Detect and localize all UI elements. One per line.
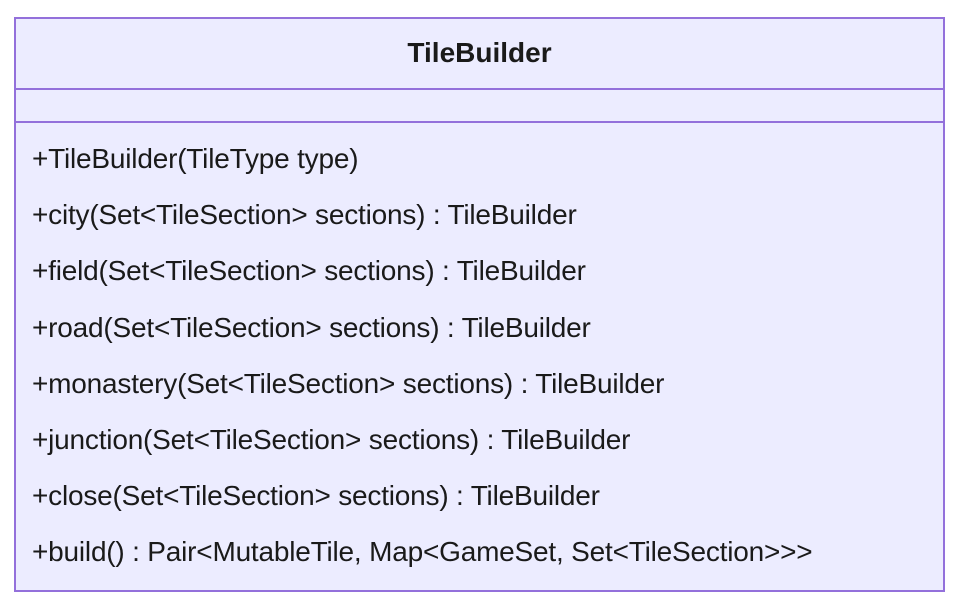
- method-road: +road(Set<TileSection> sections) : TileB…: [32, 311, 591, 343]
- class-box-tilebuilder: TileBuilder +TileBuilder(TileType type) …: [14, 17, 945, 592]
- method-constructor: +TileBuilder(TileType type): [32, 143, 359, 174]
- method-field: +field(Set<TileSection> sections) : Tile…: [32, 255, 586, 287]
- method-junction: +junction(Set<TileSection> sections) : T…: [32, 423, 631, 455]
- method-city: +city(Set<TileSection> sections) : TileB…: [32, 199, 577, 231]
- method-build: +build() : Pair<MutableTile, Map<GameSet…: [32, 536, 813, 568]
- class-name: TileBuilder: [16, 19, 943, 90]
- method-monastery: +monastery(Set<TileSection> sections) : …: [32, 367, 665, 399]
- methods-compartment: +TileBuilder(TileType type) +city(Set<Ti…: [16, 123, 943, 581]
- attributes-compartment: [16, 90, 943, 123]
- method-close: +close(Set<TileSection> sections) : Tile…: [32, 480, 600, 512]
